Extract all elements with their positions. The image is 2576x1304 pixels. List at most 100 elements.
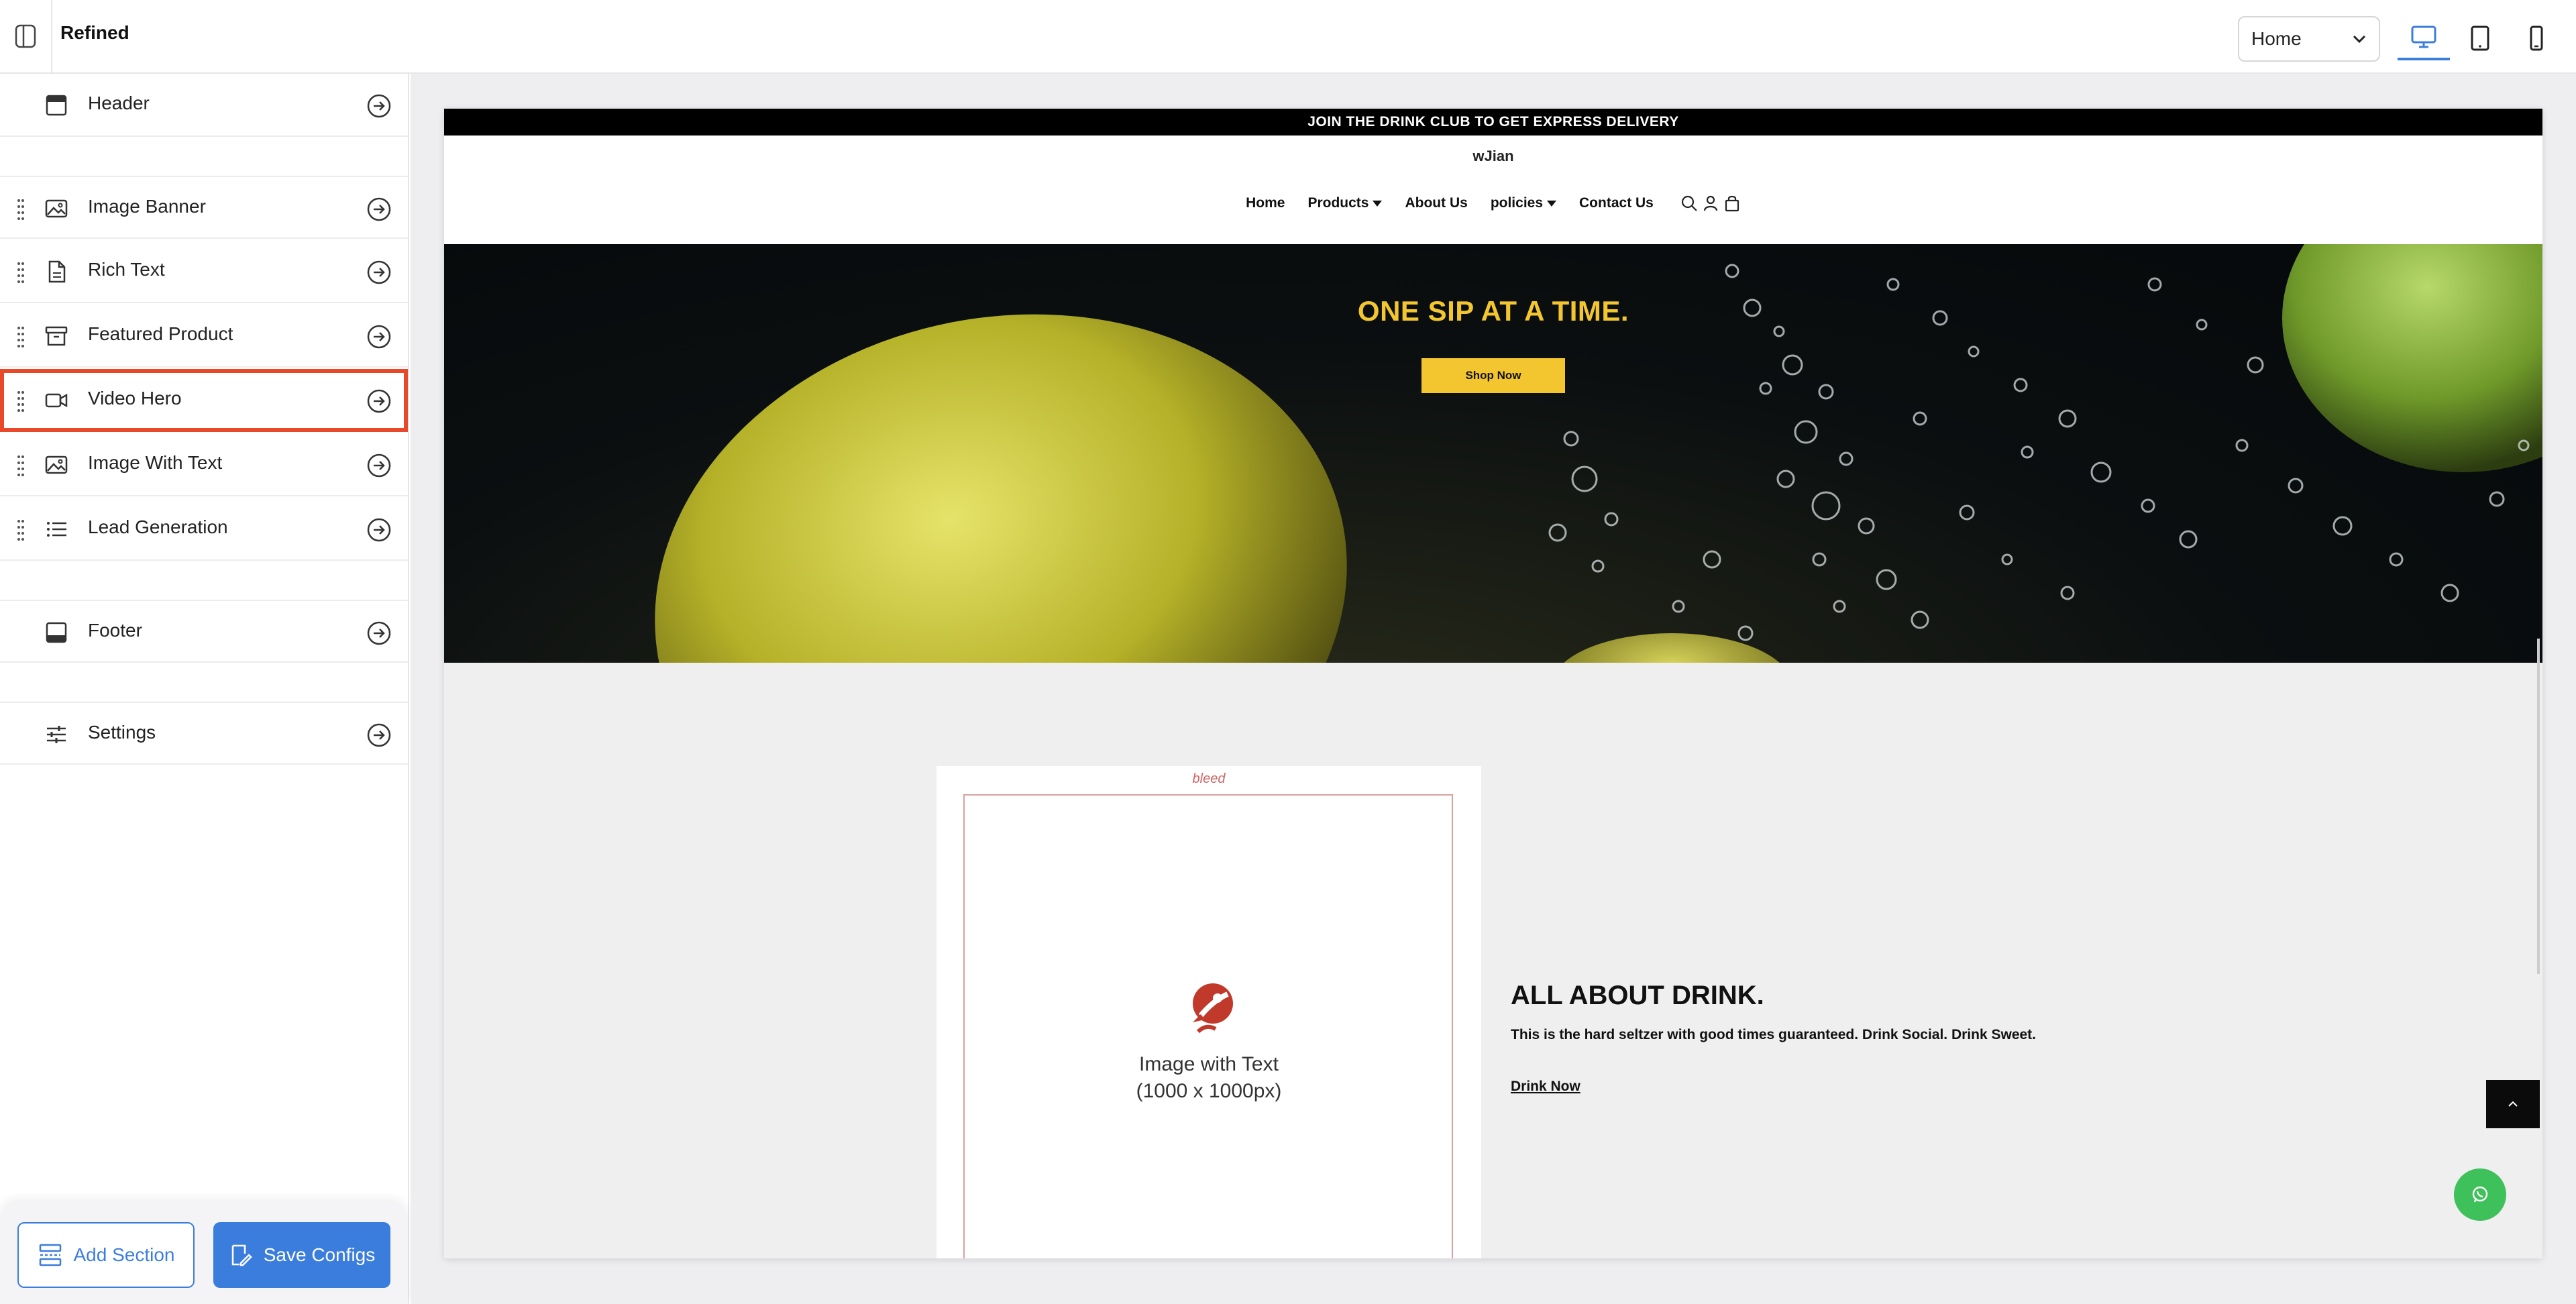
bleed-label: bleed [1192, 771, 1226, 786]
arrow-right-circle-icon[interactable] [366, 517, 392, 543]
caption-line: Image with Text [1139, 1053, 1279, 1075]
header-icon [46, 95, 67, 116]
add-section-button[interactable]: Add Section [17, 1222, 195, 1288]
mobile-view-button[interactable] [2510, 16, 2563, 60]
announcement-bar: JOIN THE DRINK CLUB TO GET EXPRESS DELIV… [444, 109, 2542, 135]
arrow-right-circle-icon[interactable] [366, 620, 392, 646]
nav-item-products[interactable]: Products [1307, 195, 1383, 211]
chevron-up-icon [2508, 1101, 2518, 1107]
save-configs-label: Save Configs [263, 1244, 376, 1265]
preview-canvas: JOIN THE DRINK CLUB TO GET EXPRESS DELIV… [411, 74, 2576, 1304]
section-label: Footer [88, 620, 142, 641]
drag-handle-icon[interactable] [16, 260, 25, 284]
caret-down-icon [1373, 200, 1383, 207]
sidebar-toggle-button[interactable] [0, 0, 52, 72]
archive-icon [45, 326, 68, 346]
nav-label: Contact Us [1579, 195, 1654, 211]
top-bar: Refined Home [0, 0, 2576, 74]
whatsapp-chat-button[interactable] [2454, 1169, 2506, 1221]
drag-handle-icon[interactable] [16, 197, 25, 221]
image-icon [45, 199, 68, 218]
image-placeholder-caption: Image with Text (1000 x 1000px) [936, 1051, 1481, 1105]
shop-now-button[interactable]: Shop Now [1421, 358, 1565, 393]
add-section-label: Add Section [73, 1244, 175, 1265]
whatsapp-icon [2472, 1186, 2488, 1203]
footer-icon [46, 622, 67, 643]
drink-now-link[interactable]: Drink Now [1511, 1079, 1580, 1095]
add-section-icon [39, 1244, 61, 1266]
section-label: Image Banner [88, 196, 206, 217]
tablet-view-button[interactable] [2454, 16, 2506, 60]
panel-toggle-icon [15, 24, 36, 48]
image-icon [45, 455, 68, 474]
image-with-text-title: ALL ABOUT DRINK. [1511, 981, 1764, 1010]
section-item-video-hero[interactable]: Video Hero [0, 369, 408, 432]
page-select-value: Home [2251, 28, 2302, 49]
drag-handle-icon[interactable] [16, 453, 25, 478]
store-nav: Home Products About Us policies Contact … [444, 195, 2542, 212]
video-icon [45, 393, 68, 408]
hero-title: ONE SIP AT A TIME. [1357, 295, 1629, 327]
nav-label: Home [1246, 195, 1285, 211]
section-item-header[interactable]: Header [0, 74, 408, 137]
section-item-footer[interactable]: Footer [0, 600, 408, 663]
store-logo[interactable]: wJian [444, 148, 2542, 165]
arrow-right-circle-icon[interactable] [366, 722, 392, 748]
image-with-text-image: bleed Image with Text (1000 x 1000px) [936, 766, 1481, 1258]
chevron-down-icon [2353, 35, 2366, 44]
arrow-right-circle-icon[interactable] [366, 197, 392, 222]
nav-label: Products [1307, 195, 1369, 211]
sections-sidebar: Header Image Banner Rich Text Featured P… [0, 74, 409, 1304]
drag-handle-icon[interactable] [16, 325, 25, 349]
store-preview[interactable]: JOIN THE DRINK CLUB TO GET EXPRESS DELIV… [444, 109, 2542, 1258]
video-hero: ONE SIP AT A TIME. Shop Now [444, 244, 2542, 663]
arrow-right-circle-icon[interactable] [366, 388, 392, 414]
nav-label: About Us [1405, 195, 1468, 211]
section-label: Header [88, 93, 150, 113]
mobile-icon [2530, 25, 2543, 51]
section-item-featured-product[interactable]: Featured Product [0, 305, 408, 368]
store-header: wJian Home Products About Us policies Co… [444, 135, 2542, 244]
arrow-right-circle-icon[interactable] [366, 260, 392, 285]
edit-note-icon [231, 1244, 252, 1266]
list-icon [47, 522, 66, 537]
user-icon[interactable] [1702, 195, 1719, 212]
section-item-lead-generation[interactable]: Lead Generation [0, 498, 408, 561]
document-icon [48, 260, 66, 283]
arrow-right-circle-icon[interactable] [366, 324, 392, 349]
app-title: Refined [60, 22, 129, 43]
section-item-image-banner[interactable]: Image Banner [0, 176, 408, 239]
nav-item-policies[interactable]: policies [1490, 195, 1557, 211]
section-item-settings[interactable]: Settings [0, 702, 408, 765]
section-item-image-with-text[interactable]: Image With Text [0, 433, 408, 496]
sliders-icon [47, 726, 66, 743]
back-to-top-button[interactable] [2486, 1080, 2540, 1128]
arrow-right-circle-icon[interactable] [366, 453, 392, 478]
image-with-text-body: This is the hard seltzer with good times… [1511, 1027, 2037, 1042]
section-label: Lead Generation [88, 517, 228, 537]
cart-icon[interactable] [1723, 195, 1741, 212]
desktop-icon [2411, 25, 2436, 48]
page-select[interactable]: Home [2238, 16, 2380, 62]
arrow-right-circle-icon[interactable] [366, 93, 392, 119]
sidebar-actions: Add Section Save Configs [0, 1202, 408, 1304]
preview-scrollbar[interactable] [2537, 639, 2540, 974]
header-icons [1680, 195, 1741, 212]
nav-item-about-us[interactable]: About Us [1405, 195, 1467, 211]
section-label: Video Hero [88, 388, 182, 409]
nav-item-contact-us[interactable]: Contact Us [1579, 195, 1654, 211]
drag-handle-icon[interactable] [16, 389, 25, 413]
search-icon[interactable] [1680, 195, 1698, 212]
section-label: Rich Text [88, 259, 165, 280]
desktop-view-button[interactable] [2398, 16, 2450, 60]
section-item-rich-text[interactable]: Rich Text [0, 240, 408, 303]
rocket-icon [1193, 983, 1233, 1034]
save-configs-button[interactable]: Save Configs [213, 1222, 390, 1288]
caret-down-icon [1547, 200, 1557, 207]
section-label: Image With Text [88, 452, 223, 473]
drag-handle-icon[interactable] [16, 518, 25, 542]
caption-line: (1000 x 1000px) [1136, 1080, 1282, 1102]
section-label: Featured Product [88, 323, 233, 344]
nav-item-home[interactable]: Home [1246, 195, 1285, 211]
nav-label: policies [1490, 195, 1544, 211]
